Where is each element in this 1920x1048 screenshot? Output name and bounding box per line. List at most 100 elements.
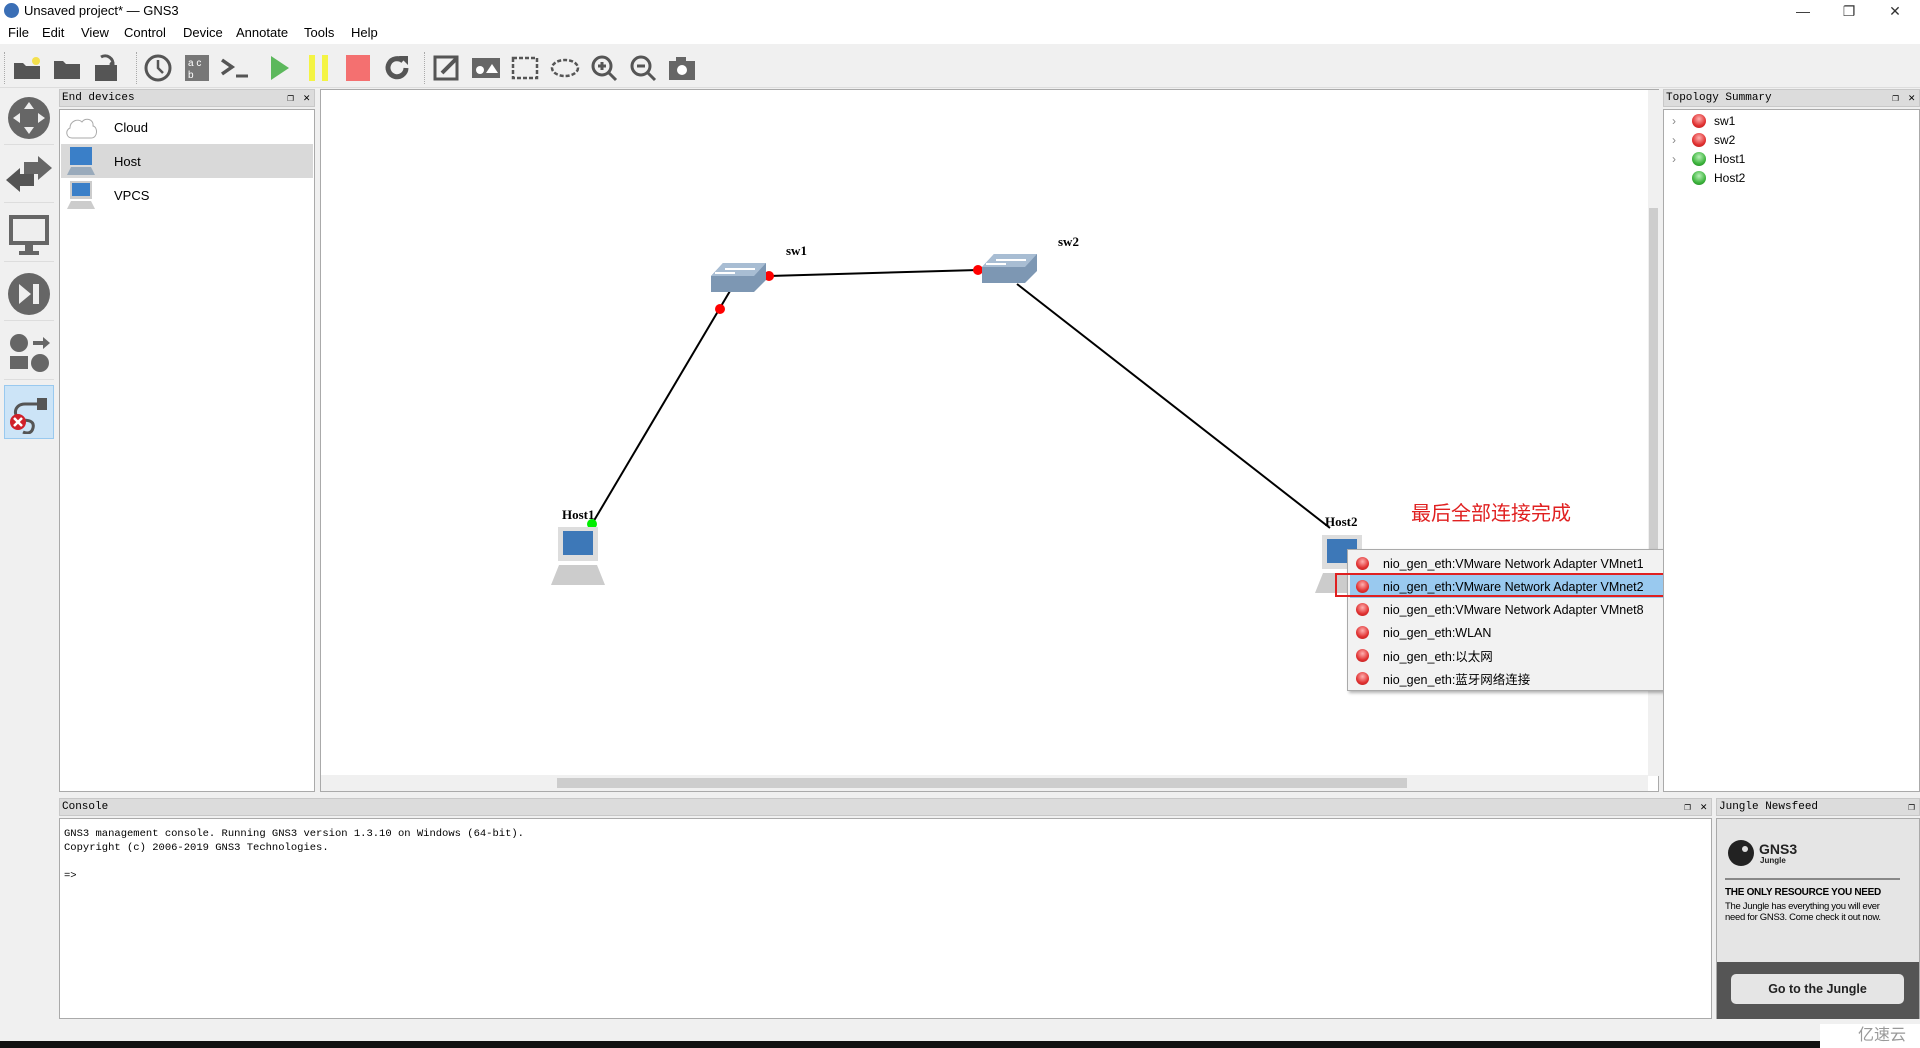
item-label: sw2 [1714,132,1736,147]
context-menu: nio_gen_eth:VMware Network Adapter VMnet… [1347,549,1695,691]
menu-view[interactable]: View [81,25,109,40]
close-panel-icon[interactable]: ✕ [303,91,310,105]
topology-item-sw2[interactable]: › sw2 [1672,130,1735,149]
routers-icon[interactable] [4,91,54,145]
toolbar-separator [424,52,426,84]
draw-rectangle-icon[interactable] [508,52,542,84]
screenshot-camera-icon[interactable] [665,52,699,84]
cloud-icon [66,118,97,139]
device-item-vpcs[interactable]: VPCS [61,178,313,212]
menu-item-label: nio_gen_eth:蓝牙网络连接 [1383,673,1531,687]
switch-sw1-icon[interactable] [711,263,766,292]
toolbar-grip [4,52,6,84]
link-sw1-sw2[interactable] [768,269,979,277]
topology-item-host2[interactable]: Host2 [1672,168,1745,187]
chevron-right-icon[interactable]: › [1672,114,1680,128]
node-label-host1[interactable]: Host1 [562,507,595,523]
add-link-icon[interactable] [4,385,54,439]
horizontal-scrollbar[interactable] [321,775,1648,791]
vpcs-icon [67,181,95,209]
float-panel-icon[interactable]: ❐ [1892,91,1899,105]
add-note-icon[interactable] [430,52,464,84]
all-devices-icon[interactable] [4,326,54,380]
link-sw2-host2[interactable] [1016,283,1331,529]
toolbar-separator [136,52,138,84]
reload-all-icon[interactable] [380,52,414,84]
go-to-jungle-button[interactable]: Go to the Jungle [1731,974,1904,1004]
float-panel-icon[interactable]: ❐ [287,91,294,105]
menu-help[interactable]: Help [351,25,378,40]
stop-all-icon[interactable] [341,52,375,84]
status-red-icon [1356,672,1369,685]
new-project-icon[interactable] [10,52,44,84]
svg-text:b: b [188,70,194,81]
open-project-icon[interactable] [50,52,84,84]
button-area: Go to the Jungle [1717,962,1919,1019]
start-all-icon[interactable] [262,52,296,84]
node-label-sw2[interactable]: sw2 [1058,234,1079,250]
menu-annotate[interactable]: Annotate [236,25,288,40]
menu-item-label: nio_gen_eth:VMware Network Adapter VMnet… [1383,602,1644,617]
menu-item-vmnet1[interactable]: nio_gen_eth:VMware Network Adapter VMnet… [1350,552,1692,575]
close-panel-icon[interactable]: ✕ [1700,800,1707,814]
console-all-icon[interactable] [218,52,252,84]
menu-item-vmnet8[interactable]: nio_gen_eth:VMware Network Adapter VMnet… [1350,598,1692,621]
menu-edit[interactable]: Edit [42,25,64,40]
zoom-out-icon[interactable] [626,52,660,84]
chevron-right-icon[interactable]: › [1672,152,1680,166]
logo-text: GNS3 [1759,841,1798,857]
title-bar: Unsaved project* — GNS3 — ❐ ✕ [0,0,1920,22]
status-red-icon [1692,132,1706,147]
menu-device[interactable]: Device [183,25,223,40]
device-item-host[interactable]: Host [61,144,313,178]
minimize-button[interactable]: — [1780,0,1826,22]
snapshot-clock-icon[interactable] [141,52,175,84]
device-item-cloud[interactable]: Cloud [61,110,313,144]
security-devices-icon[interactable] [4,267,54,321]
menu-item-label: nio_gen_eth:以太网 [1383,650,1493,664]
menu-item-label: nio_gen_eth:VMware Network Adapter VMnet… [1383,556,1644,571]
menu-item-bluetooth[interactable]: nio_gen_eth:蓝牙网络连接 [1350,667,1692,690]
switch-sw2-icon[interactable] [982,254,1037,283]
zoom-in-icon[interactable] [587,52,621,84]
panel-header: Topology Summary ❐ ✕ [1663,89,1920,107]
menu-bar: File Edit View Control Device Annotate T… [0,22,1920,44]
node-label-host2[interactable]: Host2 [1325,514,1358,530]
restore-button[interactable]: ❐ [1826,0,1872,22]
switches-icon[interactable] [4,149,54,203]
topology-item-sw1[interactable]: › sw1 [1672,111,1735,130]
close-button[interactable]: ✕ [1872,0,1918,22]
status-red-icon [1356,603,1369,616]
console-output[interactable]: GNS3 management console. Running GNS3 ve… [59,818,1712,1019]
end-devices-icon[interactable] [4,208,54,262]
menu-item-wlan[interactable]: nio_gen_eth:WLAN [1350,621,1692,644]
annotation-note[interactable]: 最后全部连接完成 [1411,497,1571,526]
menu-tools[interactable]: Tools [304,25,334,40]
gns3-app-icon [4,3,19,18]
save-project-icon[interactable] [89,52,123,84]
port-status-down [973,265,983,275]
float-panel-icon[interactable]: ❐ [1684,800,1691,814]
topology-item-host1[interactable]: › Host1 [1672,149,1745,168]
panel-header: Jungle Newsfeed ❐ [1716,798,1920,816]
draw-ellipse-icon[interactable] [548,52,582,84]
node-label-sw1[interactable]: sw1 [786,243,807,259]
link-sw1-host1[interactable] [591,290,731,525]
chevron-right-icon[interactable]: › [1672,133,1680,147]
menu-file[interactable]: File [8,25,29,40]
menu-control[interactable]: Control [124,25,166,40]
close-panel-icon[interactable]: ✕ [1908,91,1915,105]
newsfeed-text: The Jungle has everything you will ever … [1725,901,1881,923]
status-red-icon [1356,649,1369,662]
interface-labels-icon[interactable]: a cb [180,52,214,84]
menu-item-ethernet[interactable]: nio_gen_eth:以太网 [1350,644,1692,667]
jungle-newsfeed-panel: Jungle Newsfeed ❐ GNS3 Jungle THE ONLY R… [1716,798,1920,1019]
end-devices-panel: End devices ❐ ✕ Cloud Host VPCS [59,89,315,792]
host1-icon[interactable] [551,527,605,585]
suspend-all-icon[interactable] [302,52,336,84]
float-panel-icon[interactable]: ❐ [1908,800,1915,814]
insert-image-icon[interactable] [469,52,503,84]
scrollbar-thumb[interactable] [557,778,1407,788]
device-label: VPCS [114,187,150,203]
panel-title: Console [62,801,109,813]
